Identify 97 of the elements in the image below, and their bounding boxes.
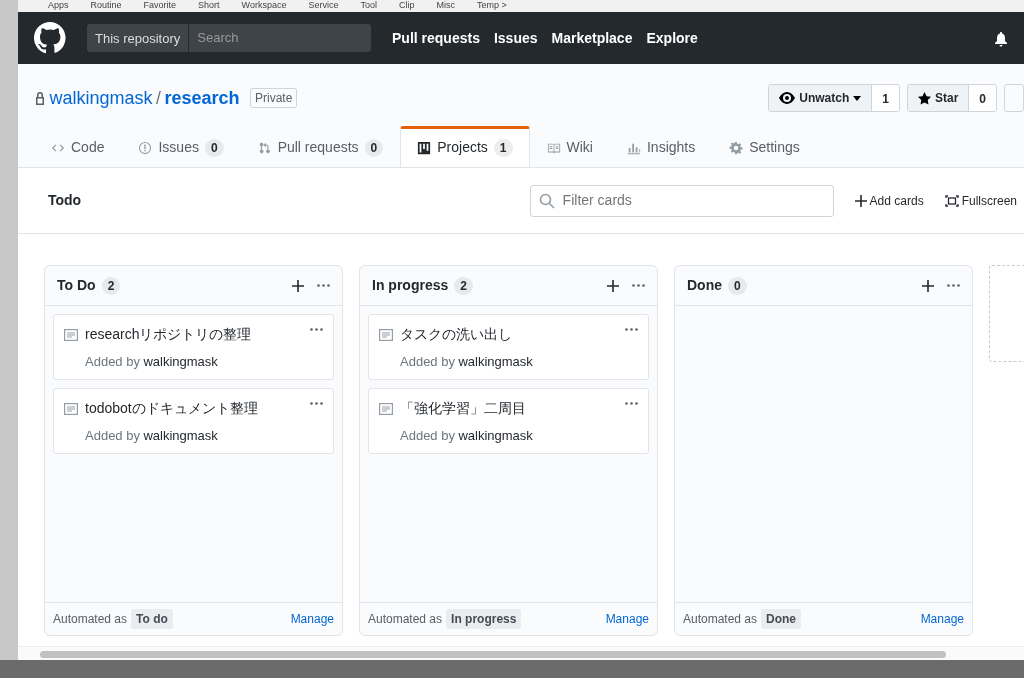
plus-icon[interactable]	[922, 279, 934, 292]
nav-link[interactable]: Pull requests	[392, 27, 480, 49]
card-title: タスクの洗い出し	[400, 325, 512, 344]
project-title: Todo	[48, 191, 82, 210]
more-icon[interactable]	[947, 284, 960, 287]
scope-label[interactable]: This repository	[87, 24, 190, 52]
automation-label: Automated as	[368, 611, 443, 628]
bookmark-item[interactable]: Clip	[398, 0, 415, 12]
repo-tab[interactable]: Pull requests 0	[240, 126, 401, 168]
author-link[interactable]: walkingmask	[143, 352, 218, 372]
repo-tab[interactable]: Insights	[609, 126, 713, 168]
lock-icon	[34, 90, 46, 106]
bookmark-item[interactable]: Short	[198, 0, 220, 12]
plus-icon	[854, 194, 867, 207]
more-icon[interactable]	[317, 284, 330, 287]
star-button[interactable]: Star	[907, 85, 970, 111]
repo-tab[interactable]: Projects 1	[400, 126, 530, 168]
owner-link[interactable]: walkingmask	[49, 84, 153, 112]
column-title: Done	[687, 276, 722, 295]
repo-link[interactable]: research	[164, 84, 240, 112]
nav-link[interactable]: Issues	[493, 27, 538, 49]
scrollbar-thumb[interactable]	[40, 651, 946, 658]
automation-tag: To do	[131, 609, 173, 629]
star-icon	[917, 91, 931, 105]
bookmark-item[interactable]: Service	[308, 0, 339, 12]
circle-exclamation-icon	[138, 140, 153, 155]
author-link[interactable]: walkingmask	[458, 352, 533, 372]
bookmark-item[interactable]: Workspace	[241, 0, 287, 12]
bell-icon[interactable]	[994, 30, 1008, 47]
filter-field[interactable]: Filter cards	[529, 184, 834, 217]
automation-label: Automated as	[683, 611, 758, 628]
settings-icon	[729, 140, 744, 155]
github-logo-icon[interactable]	[34, 22, 66, 54]
bookmark-item[interactable]: Temp >	[477, 0, 507, 12]
private-label: Private	[250, 88, 298, 108]
bookmark-item[interactable]: Misc	[436, 0, 455, 12]
branch-icon	[257, 140, 272, 155]
more-icon[interactable]	[625, 401, 638, 405]
more-icon[interactable]	[310, 401, 323, 405]
plus-icon[interactable]	[607, 279, 619, 292]
caret-icon	[853, 95, 862, 101]
repo-tab[interactable]: Wiki	[529, 126, 610, 168]
more-icon[interactable]	[632, 284, 645, 287]
add-cards-link[interactable]: Add cards	[854, 191, 924, 210]
fullscreen-icon	[944, 194, 959, 207]
note-icon	[64, 328, 78, 341]
manage-link[interactable]: Manage	[290, 610, 334, 628]
search-icon	[538, 192, 555, 209]
counter-badge: 1	[493, 138, 513, 157]
note-card[interactable]: researchリポジトリの整理 Added by walkingmask	[53, 314, 334, 380]
bookmark-item[interactable]: Favorite	[143, 0, 177, 12]
bookmark-item[interactable]: Tool	[360, 0, 377, 12]
manage-link[interactable]: Manage	[605, 610, 649, 628]
more-icon[interactable]	[625, 327, 638, 331]
counter-badge: 0	[728, 276, 747, 295]
unwatch-button[interactable]: Unwatch	[769, 85, 873, 111]
author-link[interactable]: walkingmask	[143, 426, 218, 446]
counter-badge: 2	[454, 276, 473, 295]
counter-badge: 0	[204, 138, 224, 157]
card-title: researchリポジトリの整理	[85, 325, 252, 344]
note-icon	[379, 328, 393, 341]
manage-link[interactable]: Manage	[920, 610, 964, 628]
note-icon	[379, 402, 393, 415]
card-title: 「強化学習」二周目	[400, 399, 526, 418]
counter-badge: 0	[364, 138, 384, 157]
column-title: To Do	[57, 276, 96, 295]
automation-label: Automated as	[53, 611, 128, 628]
nav-link[interactable]: Explore	[646, 27, 698, 49]
automation-tag: Done	[761, 609, 802, 629]
bookmark-item[interactable]: Apps	[48, 0, 69, 12]
board-icon	[417, 140, 432, 155]
added-by-label: Added by	[85, 427, 140, 445]
repo-tab[interactable]: Settings	[712, 126, 817, 168]
note-icon	[64, 402, 78, 415]
nav-link[interactable]: Marketplace	[551, 27, 633, 49]
author-link[interactable]: walkingmask	[458, 426, 533, 446]
added-by-label: Added by	[85, 353, 140, 371]
counter-badge: 2	[101, 276, 121, 295]
fullscreen-link[interactable]: Fullscreen	[944, 191, 1017, 210]
eye-icon	[779, 92, 796, 104]
count-label[interactable]: 1	[872, 85, 899, 111]
bookmark-item[interactable]: Routine	[90, 0, 122, 12]
search-field[interactable]: Search	[189, 24, 371, 52]
automation-tag: In progress	[446, 609, 522, 629]
added-by-label: Added by	[400, 427, 455, 445]
separator-slash: /	[156, 86, 161, 110]
card-title: todobotのドキュメント整理	[85, 399, 258, 418]
repo-tab[interactable]: Issues 0	[121, 126, 241, 168]
note-card[interactable]: todobotのドキュメント整理 Added by walkingmask	[53, 388, 334, 454]
note-card[interactable]: 「強化学習」二周目 Added by walkingmask	[368, 388, 649, 454]
more-icon[interactable]	[310, 327, 323, 331]
added-by-label: Added by	[400, 353, 455, 371]
plus-icon[interactable]	[292, 279, 304, 292]
repo-tab[interactable]: Code	[34, 126, 122, 168]
count-label[interactable]: 0	[969, 85, 996, 111]
note-card[interactable]: タスクの洗い出し Added by walkingmask	[368, 314, 649, 380]
column-title: In progress	[372, 276, 449, 295]
